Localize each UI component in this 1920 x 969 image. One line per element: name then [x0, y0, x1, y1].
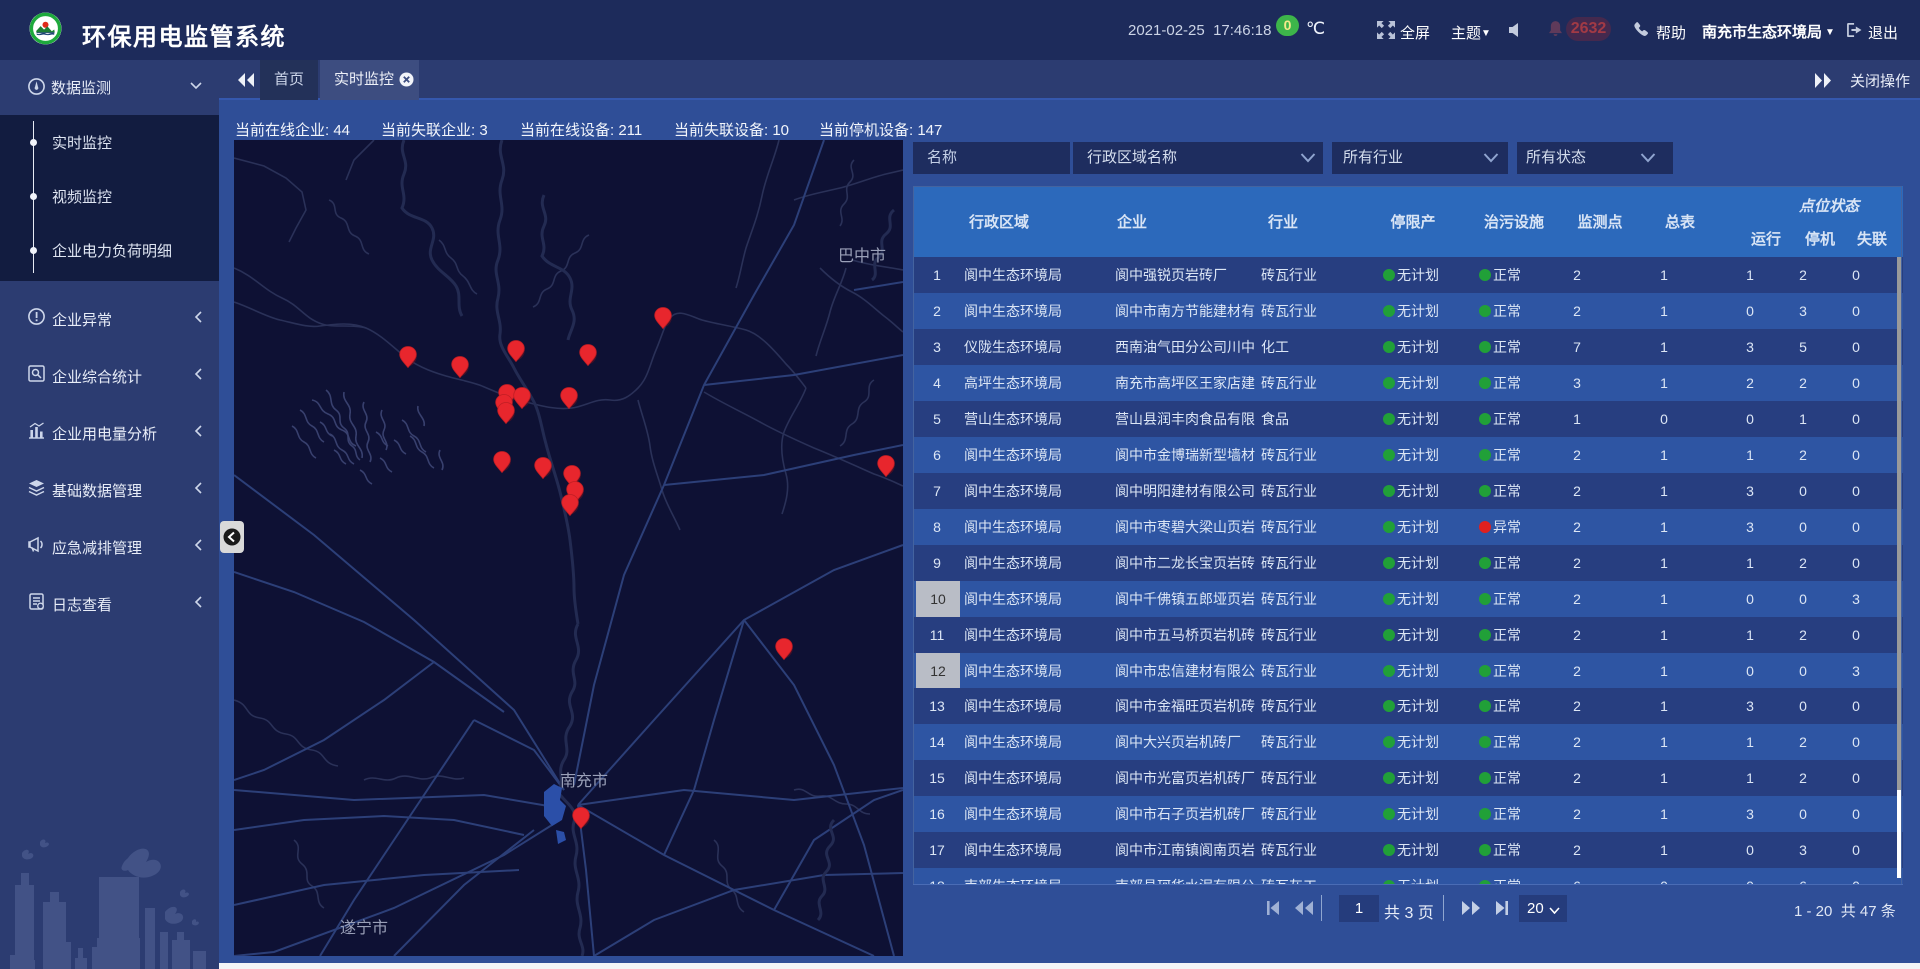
svg-text:巴中市: 巴中市	[838, 247, 886, 265]
svg-text:遂宁市: 遂宁市	[340, 919, 388, 937]
svg-text:南充市: 南充市	[560, 772, 608, 790]
